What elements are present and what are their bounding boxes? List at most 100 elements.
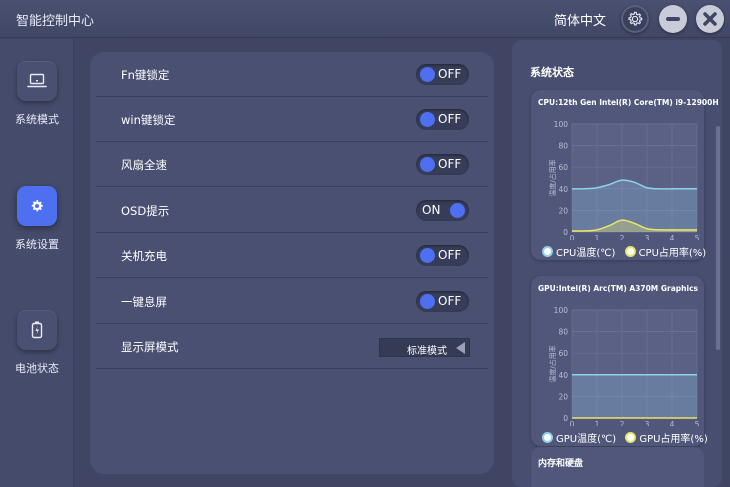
title-bar: 智能控制中心 简体中文 bbox=[0, 0, 730, 38]
sidebar-icon-button[interactable] bbox=[17, 61, 57, 101]
toggle-state: OFF bbox=[438, 157, 462, 171]
legend-item: GPU温度(℃) bbox=[542, 430, 616, 445]
y-tick-label: 100 bbox=[554, 120, 569, 129]
system-status-panel: 系统状态 CPU:12th Gen Intel(R) Core(TM) i9-1… bbox=[512, 40, 722, 487]
minimize-button[interactable] bbox=[659, 5, 687, 33]
display-mode-value: 标准模式 bbox=[407, 346, 447, 357]
x-tick-label: 0 bbox=[570, 234, 575, 240]
chart-legend: CPU温度(℃) CPU占用率(%) bbox=[542, 244, 712, 260]
gpu-chart-card: GPU:Intel(R) Arc(TM) A370M Graphics 0 20 4… bbox=[531, 276, 708, 446]
minimize-icon bbox=[666, 17, 680, 21]
setting-label: 关机充电 bbox=[121, 249, 167, 263]
setting-label: 一键息屏 bbox=[121, 295, 167, 309]
legend-label: CPU占用率(%) bbox=[638, 248, 707, 259]
sidebar-item-label: 系统模式 bbox=[15, 113, 59, 126]
toggle-knob bbox=[420, 112, 435, 127]
osd-toggle[interactable]: ON bbox=[416, 200, 469, 221]
settings-button[interactable] bbox=[621, 5, 649, 33]
fan-full-speed-toggle[interactable]: OFF bbox=[416, 154, 469, 175]
legend-swatch bbox=[625, 432, 637, 443]
cpu-chart-card: CPU:12th Gen Intel(R) Core(TM) i9-12900H… bbox=[531, 90, 719, 260]
legend-label: GPU温度(℃) bbox=[556, 434, 617, 445]
y-tick-label: 80 bbox=[558, 142, 568, 151]
x-tick-label: 4 bbox=[670, 420, 675, 426]
x-tick-label: 0 bbox=[570, 420, 575, 426]
sidebar-icon-button[interactable] bbox=[17, 186, 57, 226]
settings-panel: Fn键锁定 OFF win键锁定 OFF 风扇全速 OFF OSD提示 ON 关… bbox=[90, 52, 494, 474]
toggle-knob bbox=[450, 203, 465, 218]
sidebar: 系统模式 系统设置 电池状态 bbox=[0, 39, 74, 487]
toggle-state: OFF bbox=[438, 112, 462, 126]
setting-label: Fn键锁定 bbox=[121, 68, 170, 82]
legend-item: CPU占用率(%) bbox=[624, 244, 707, 259]
sidebar-icon-button[interactable] bbox=[17, 310, 57, 350]
toggle-state: OFF bbox=[438, 248, 462, 262]
toggle-knob bbox=[420, 67, 435, 82]
language-selector[interactable]: 简体中文 bbox=[554, 10, 606, 29]
y-tick-label: 60 bbox=[558, 349, 568, 358]
y-tick-label: 60 bbox=[558, 163, 568, 172]
setting-row-display-mode: 显示屏模式 标准模式 bbox=[96, 324, 488, 369]
scrollbar[interactable] bbox=[716, 126, 720, 350]
y-axis-label: 温度/占用率 bbox=[548, 345, 557, 382]
y-tick-label: 20 bbox=[558, 392, 568, 401]
display-mode-select[interactable]: 标准模式 bbox=[379, 338, 470, 357]
x-tick-label: 1 bbox=[595, 234, 600, 240]
win-lock-toggle[interactable]: OFF bbox=[416, 109, 469, 130]
sidebar-item-label: 电池状态 bbox=[15, 362, 59, 375]
setting-row-screen-off: 一键息屏 OFF bbox=[96, 279, 488, 324]
x-tick-label: 5 bbox=[695, 234, 700, 240]
setting-row-win-lock: win键锁定 OFF bbox=[96, 97, 488, 142]
close-button[interactable] bbox=[696, 5, 724, 33]
toggle-knob bbox=[420, 248, 435, 263]
toggle-knob bbox=[420, 157, 435, 172]
toggle-knob bbox=[420, 294, 435, 309]
legend-swatch bbox=[542, 432, 553, 443]
sidebar-item-system-mode[interactable]: 系统模式 bbox=[0, 61, 74, 127]
sidebar-item-system-settings[interactable]: 系统设置 bbox=[0, 186, 74, 252]
y-tick-label: 40 bbox=[558, 185, 568, 194]
toggle-state: OFF bbox=[438, 294, 462, 308]
setting-label: 风扇全速 bbox=[121, 158, 167, 172]
series-area bbox=[572, 374, 697, 418]
cpu-chart: 0 20 40 60 80 100 0 1 2 3 4 5 温度/占用率 bbox=[548, 120, 700, 240]
y-tick-label: 20 bbox=[558, 206, 568, 215]
legend-label: CPU温度(℃) bbox=[556, 248, 616, 259]
setting-row-fan-full-speed: 风扇全速 OFF bbox=[96, 142, 488, 187]
legend-item: CPU温度(℃) bbox=[542, 244, 615, 259]
x-tick-label: 2 bbox=[620, 234, 625, 240]
shutdown-charging-toggle[interactable]: OFF bbox=[416, 245, 469, 266]
setting-row-shutdown-charging: 关机充电 OFF bbox=[96, 233, 488, 278]
memory-disk-card: 内存和硬盘 bbox=[531, 447, 704, 487]
laptop-icon bbox=[27, 73, 47, 88]
legend-item: GPU占用率(%) bbox=[625, 430, 708, 445]
fn-lock-toggle[interactable]: OFF bbox=[416, 64, 469, 85]
triangle-left-icon bbox=[456, 342, 465, 354]
legend-label: GPU占用率(%) bbox=[639, 434, 708, 445]
y-tick-label: 100 bbox=[554, 306, 569, 315]
setting-label: win键锁定 bbox=[121, 113, 176, 127]
gpu-chart: 0 20 40 60 80 100 0 1 2 3 4 5 温度/占用率 bbox=[548, 306, 700, 426]
x-tick-label: 3 bbox=[645, 420, 650, 426]
screen-off-toggle[interactable]: OFF bbox=[416, 291, 469, 312]
sidebar-item-battery-status[interactable]: 电池状态 bbox=[0, 310, 74, 376]
app-title: 智能控制中心 bbox=[16, 14, 95, 29]
battery-icon bbox=[31, 321, 43, 339]
y-tick-label: 40 bbox=[558, 371, 568, 380]
setting-row-osd: OSD提示 ON bbox=[96, 188, 488, 233]
gear-icon bbox=[31, 200, 43, 212]
x-tick-label: 2 bbox=[620, 420, 625, 426]
y-tick-label: 0 bbox=[563, 414, 568, 423]
setting-label: 显示屏模式 bbox=[121, 340, 179, 354]
status-title: 系统状态 bbox=[530, 66, 574, 79]
x-tick-label: 3 bbox=[645, 234, 650, 240]
legend-swatch bbox=[624, 246, 636, 257]
legend-swatch bbox=[542, 246, 553, 257]
gear-icon bbox=[628, 11, 643, 26]
setting-label: OSD提示 bbox=[121, 204, 170, 218]
y-tick-label: 80 bbox=[558, 328, 568, 337]
x-tick-label: 1 bbox=[595, 420, 600, 426]
x-tick-label: 5 bbox=[695, 420, 700, 426]
sidebar-item-label: 系统设置 bbox=[15, 238, 59, 251]
close-icon bbox=[703, 12, 717, 26]
